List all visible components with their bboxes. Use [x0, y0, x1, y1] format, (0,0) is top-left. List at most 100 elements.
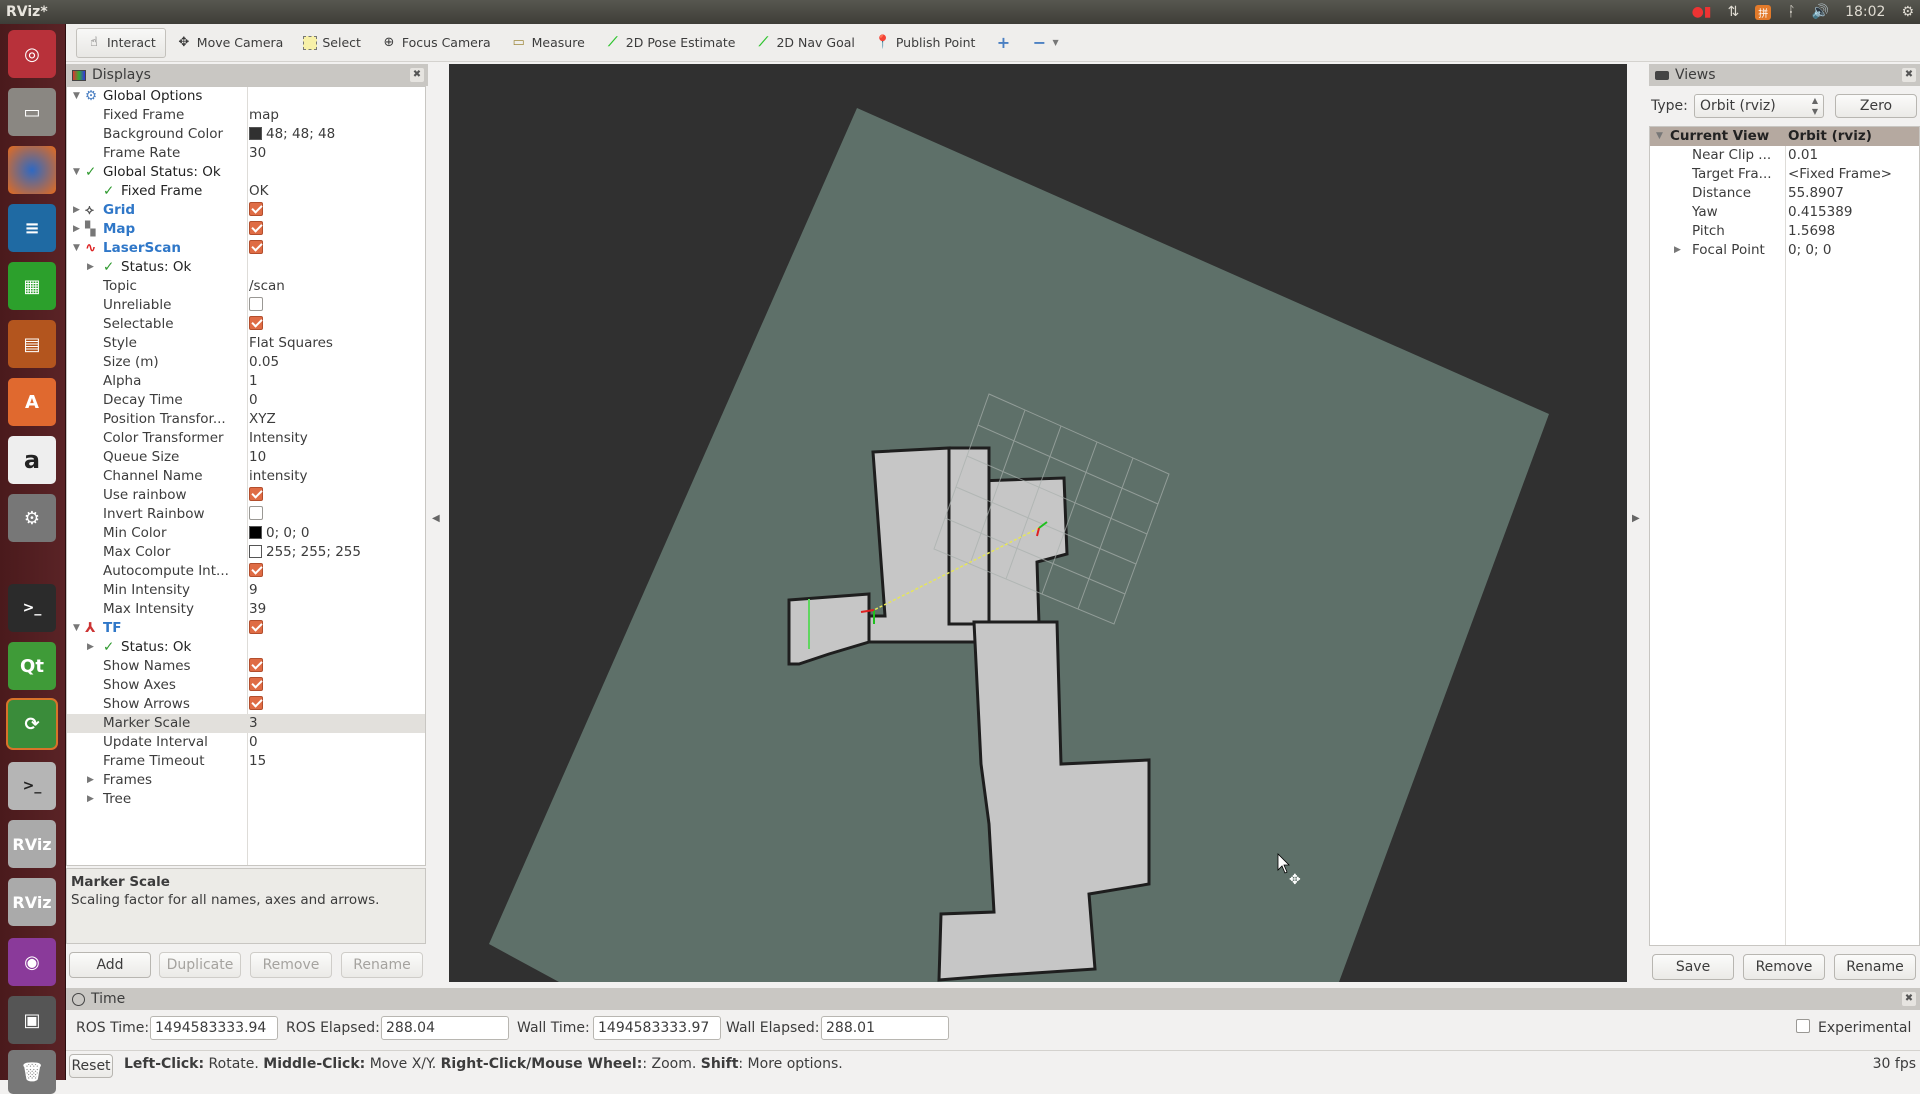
display-property-row[interactable]: Color Transformer Intensity [67, 429, 425, 448]
display-property-row[interactable]: Show Axes [67, 676, 425, 695]
ros-time-field[interactable]: 1494583333.94 [150, 1016, 278, 1040]
property-value[interactable]: XYZ [249, 410, 276, 429]
display-property-row[interactable]: Show Arrows [67, 695, 425, 714]
rviz-icon[interactable]: RViz [8, 820, 56, 868]
render-viewport[interactable]: ✥ [449, 64, 1627, 982]
remove-view-button[interactable]: Remove [1743, 954, 1825, 980]
property-value[interactable] [249, 296, 263, 315]
zero-button[interactable]: Zero [1835, 94, 1917, 118]
current-view-row[interactable]: ▼ Current View Orbit (rviz) [1650, 127, 1919, 146]
view-property-row[interactable]: Pitch 1.5698 [1650, 222, 1919, 241]
enabled-checkbox[interactable] [249, 297, 263, 311]
property-value[interactable]: Intensity [249, 429, 308, 448]
display-property-row[interactable]: Frame Rate 30 [67, 144, 425, 163]
enabled-checkbox[interactable] [249, 696, 263, 710]
enabled-checkbox[interactable] [249, 487, 263, 501]
display-property-row[interactable]: Autocompute Int... [67, 562, 425, 581]
writer-icon[interactable]: ≡ [8, 204, 56, 252]
display-property-row[interactable]: Max Intensity 39 [67, 600, 425, 619]
property-value[interactable]: OK [249, 182, 268, 201]
tool-2d-pose-estimate[interactable]: ⟋ 2D Pose Estimate [595, 28, 746, 58]
expand-arrow-icon[interactable]: ▶ [87, 258, 94, 277]
property-value[interactable]: 1 [249, 372, 258, 391]
tool-move-camera[interactable]: ✥ Move Camera [166, 28, 294, 58]
property-value[interactable]: 0 [249, 733, 258, 752]
property-value[interactable]: 0.05 [249, 353, 279, 372]
files-icon[interactable]: ▭ [8, 88, 56, 136]
calc-icon[interactable]: ▦ [8, 262, 56, 310]
enabled-checkbox[interactable] [249, 316, 263, 330]
display-property-row[interactable]: Invert Rainbow [67, 505, 425, 524]
display-property-row[interactable]: Channel Name intensity [67, 467, 425, 486]
property-value[interactable]: <Fixed Frame> [1788, 165, 1892, 184]
expand-arrow-icon[interactable]: ▶ [87, 771, 94, 790]
add-tool-button[interactable]: + [985, 28, 1021, 58]
close-icon[interactable]: ✖ [1902, 992, 1916, 1006]
property-value[interactable] [249, 619, 263, 638]
experimental-checkbox[interactable] [1796, 1019, 1810, 1033]
views-tree[interactable]: ▼ Current View Orbit (rviz) Near Clip ... 0.… [1649, 126, 1920, 946]
tool-select[interactable]: Select [293, 28, 371, 58]
system-settings-icon[interactable]: ⚙ [8, 494, 56, 542]
view-property-row[interactable]: Near Clip ... 0.01 [1650, 146, 1919, 165]
reset-button[interactable]: Reset [69, 1054, 113, 1078]
property-value[interactable]: 30 [249, 144, 266, 163]
collapse-arrow-icon[interactable]: ▼ [73, 163, 80, 182]
display-property-row[interactable]: ▶ ✓ Status: Ok [67, 638, 425, 657]
qt-creator-icon[interactable]: Qt [8, 642, 56, 690]
volume-icon[interactable]: 🔊 [1812, 4, 1829, 20]
display-property-row[interactable]: ▶ ▚ Map [67, 220, 425, 239]
close-icon[interactable]: ✖ [1902, 68, 1916, 82]
software-center-icon[interactable]: A [8, 378, 56, 426]
enabled-checkbox[interactable] [249, 658, 263, 672]
display-property-row[interactable]: ▼ ⚙ Global Options [67, 87, 425, 106]
enabled-checkbox[interactable] [249, 620, 263, 634]
expand-arrow-icon[interactable]: ▶ [73, 201, 80, 220]
property-value[interactable]: 1.5698 [1788, 222, 1835, 241]
display-property-row[interactable]: Alpha 1 [67, 372, 425, 391]
amazon-icon[interactable]: a [8, 436, 56, 484]
view-property-row[interactable]: Target Fra... <Fixed Frame> [1650, 165, 1919, 184]
save-disk-icon[interactable]: ▣ [8, 996, 56, 1044]
property-value[interactable]: 0 [249, 391, 258, 410]
network-icon[interactable]: ⇅ [1728, 4, 1740, 20]
display-property-row[interactable]: Use rainbow [67, 486, 425, 505]
rviz-2-icon[interactable]: RViz [8, 878, 56, 926]
property-value[interactable]: Flat Squares [249, 334, 333, 353]
display-property-row[interactable]: Selectable [67, 315, 425, 334]
display-property-row[interactable]: Max Color 255; 255; 255 [67, 543, 425, 562]
property-value[interactable]: 0.415389 [1788, 203, 1852, 222]
video-recorder-icon[interactable]: ◉ [8, 938, 56, 986]
property-value[interactable] [249, 505, 263, 524]
property-value[interactable]: 39 [249, 600, 266, 619]
record-icon[interactable]: ●▮ [1692, 4, 1712, 20]
rename-view-button[interactable]: Rename [1834, 954, 1916, 980]
trash-icon[interactable]: 🗑 [8, 1050, 56, 1094]
property-value[interactable] [249, 657, 263, 676]
firefox-icon[interactable] [8, 146, 56, 194]
display-property-row[interactable]: ▶ Frames [67, 771, 425, 790]
displays-tree[interactable]: ▼ ⚙ Global Options Fixed Frame map Background… [66, 86, 426, 866]
property-value[interactable] [249, 486, 263, 505]
property-value[interactable] [249, 239, 263, 258]
display-property-row[interactable]: Topic/scan [67, 277, 425, 296]
tool-focus-camera[interactable]: ⊕ Focus Camera [371, 28, 501, 58]
property-value[interactable] [249, 220, 263, 239]
add-button[interactable]: Add [69, 952, 151, 978]
tool-2d-nav-goal[interactable]: ⟋ 2D Nav Goal [745, 28, 864, 58]
property-value[interactable]: map [249, 106, 279, 125]
display-property-row[interactable]: Position Transfor... XYZ [67, 410, 425, 429]
property-value[interactable]: 55.8907 [1788, 184, 1844, 203]
impress-icon[interactable]: ▤ [8, 320, 56, 368]
display-property-row[interactable]: ✓ Fixed Frame OK [67, 182, 425, 201]
property-value[interactable] [249, 562, 263, 581]
save-view-button[interactable]: Save [1652, 954, 1734, 980]
property-value[interactable]: 3 [249, 714, 258, 733]
enabled-checkbox[interactable] [249, 506, 263, 520]
collapse-arrow-icon[interactable]: ▼ [73, 619, 80, 638]
display-property-row[interactable]: ▶ Tree [67, 790, 425, 809]
display-property-row[interactable]: Marker Scale 3 [67, 714, 425, 733]
power-icon[interactable]: ⚙ [1901, 4, 1914, 20]
display-property-row[interactable]: Queue Size 10 [67, 448, 425, 467]
tool-publish-point[interactable]: 📍 Publish Point [865, 28, 986, 58]
